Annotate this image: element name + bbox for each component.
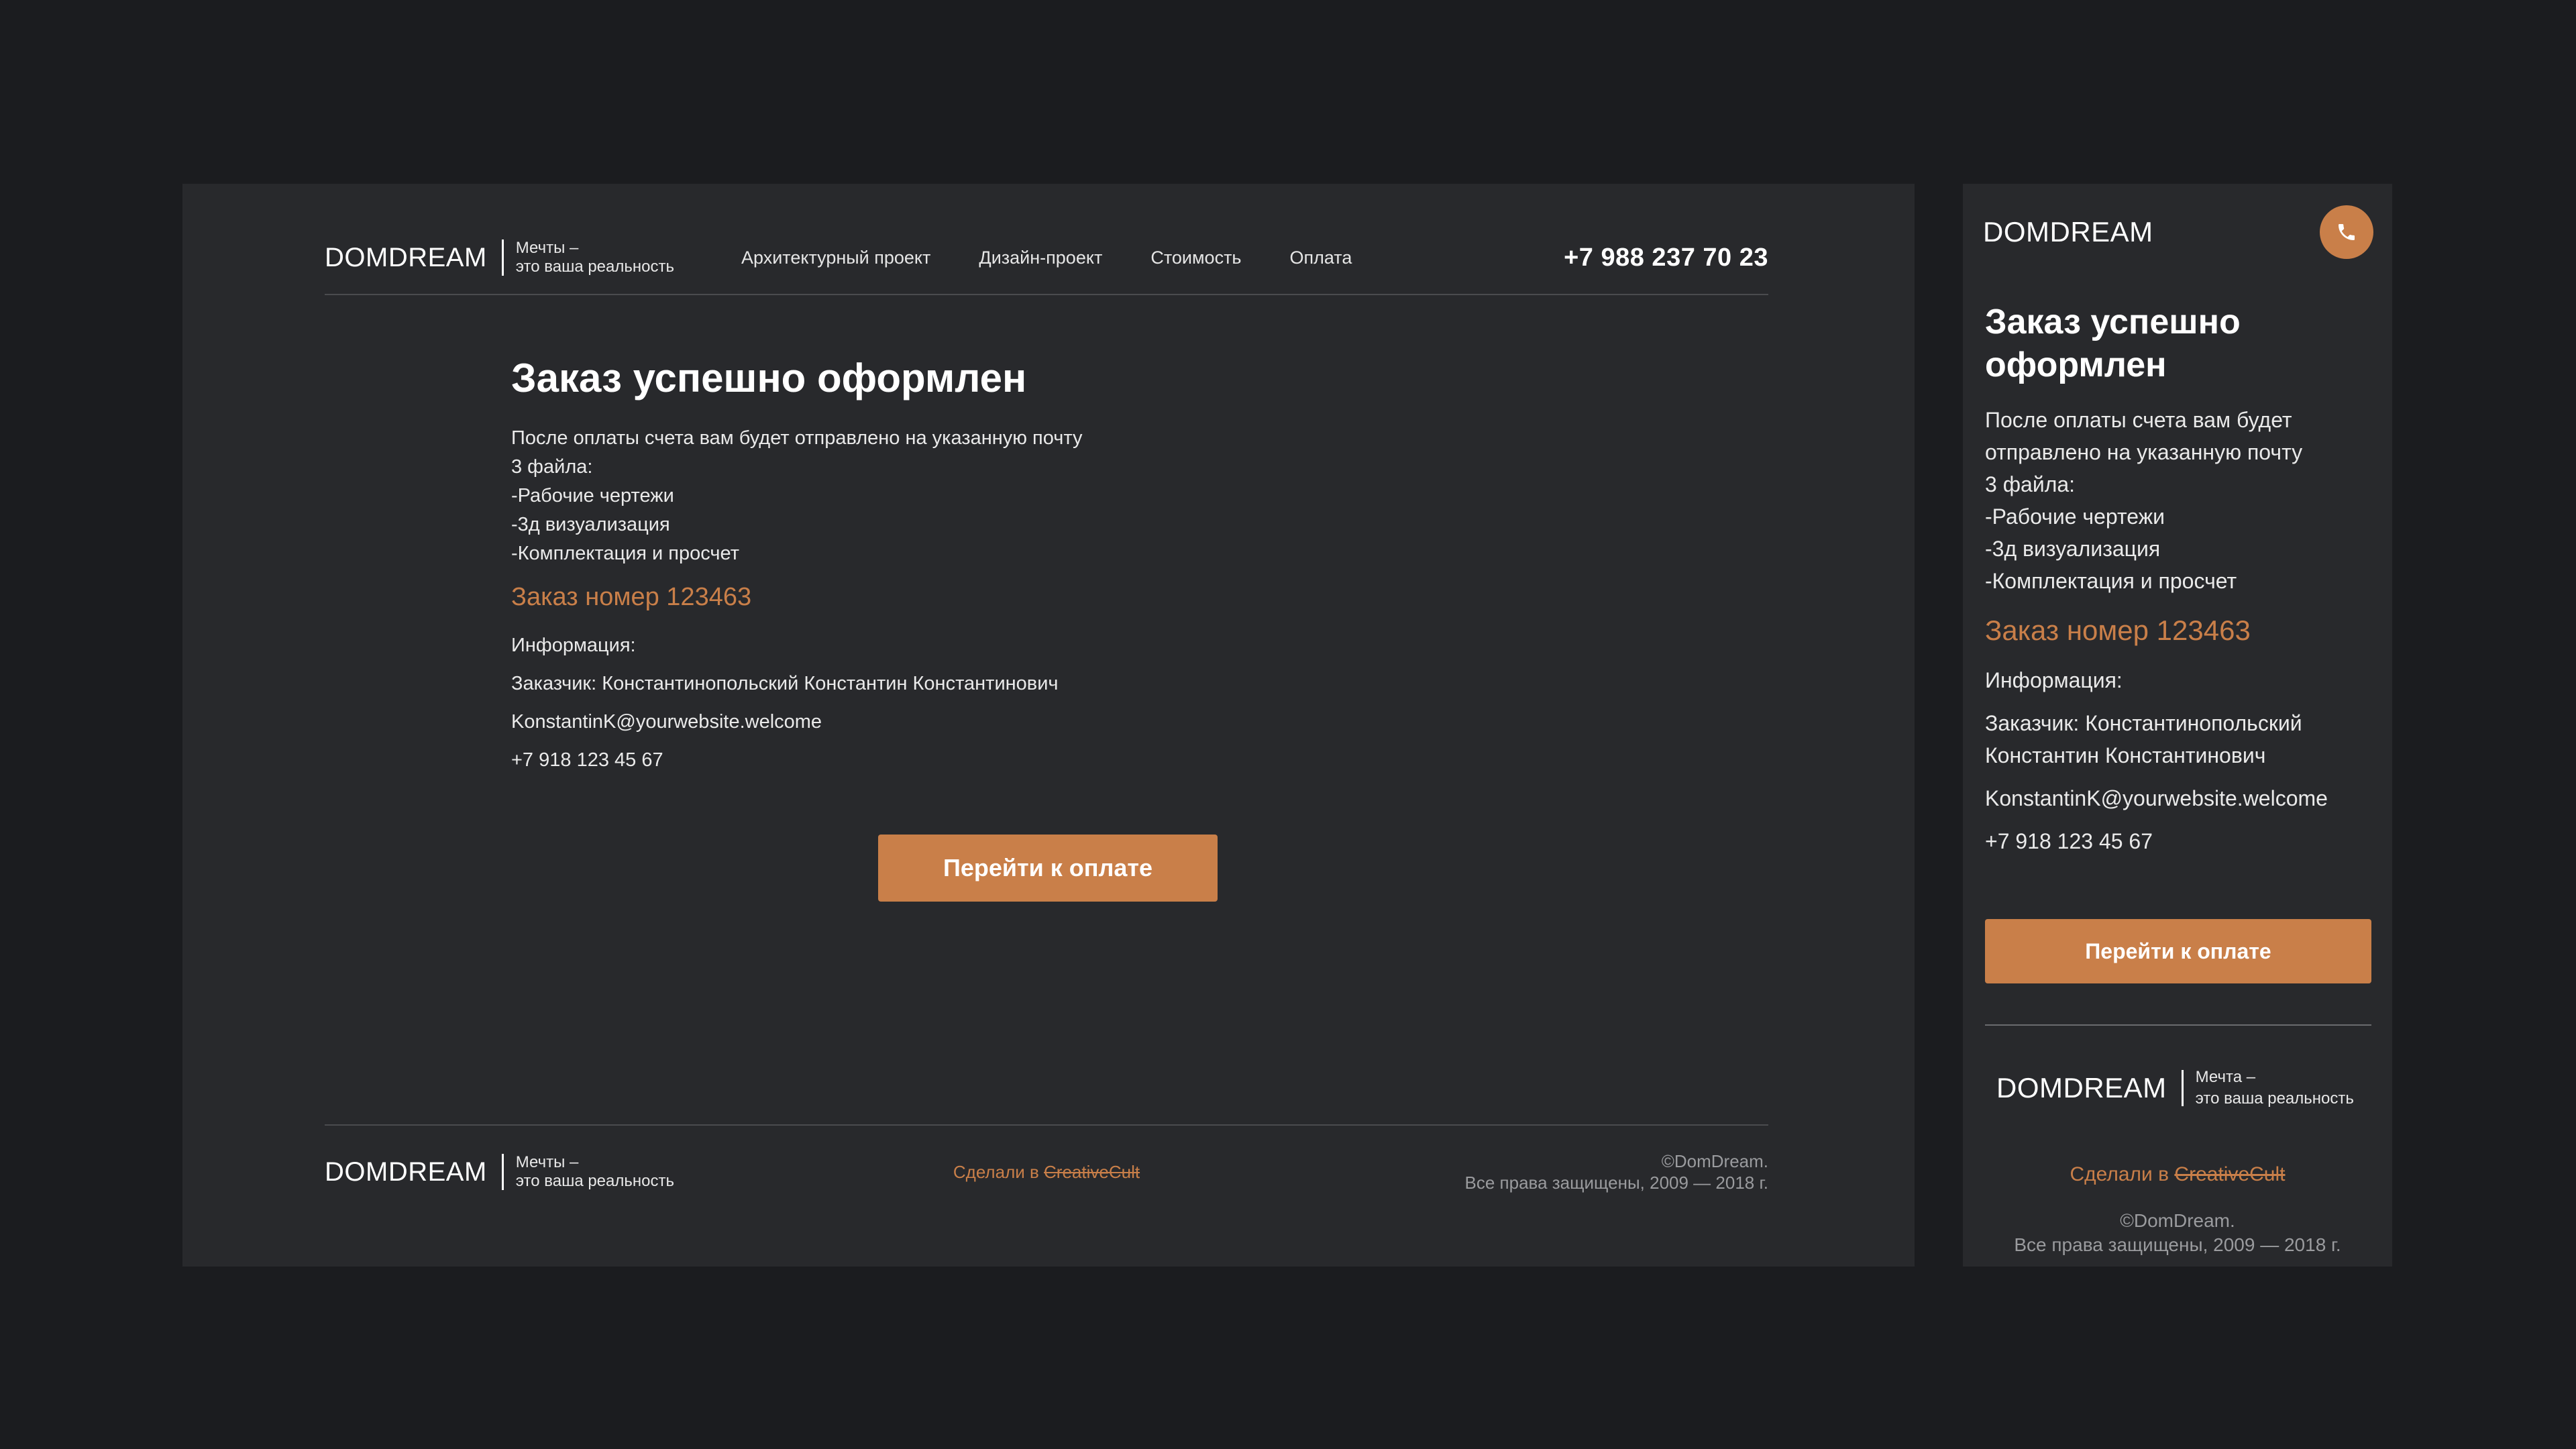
customer-name: Заказчик: Константинопольский Константин… xyxy=(511,673,1059,694)
mobile-pay-button[interactable]: Перейти к оплате xyxy=(1985,919,2371,983)
mobile-order-number: Заказ номер 123463 xyxy=(1985,614,2251,646)
logo-tagline: Мечты – это ваша реальность xyxy=(516,239,674,276)
made-by-studio: CreativeCult xyxy=(1044,1161,1140,1182)
logo-wordmark: DOMDREAM xyxy=(325,242,487,272)
file-item: -3д визуализация xyxy=(511,514,670,535)
footer: DOMDREAM Мечты – это ваша реальность Сде… xyxy=(325,1124,1768,1218)
logo-wordmark: DOMDREAM xyxy=(1996,1072,2167,1104)
pay-button[interactable]: Перейти к оплате xyxy=(878,835,1218,902)
mobile-copyright: ©DomDream. Все права защищены, 2009 — 20… xyxy=(1963,1209,2392,1257)
customer-name-line: Константин Константинович xyxy=(1985,743,2266,767)
order-number: Заказ номер 123463 xyxy=(511,583,752,611)
customer-email: KonstantinK@yourwebsite.welcome xyxy=(511,711,822,733)
logo[interactable]: DOMDREAM Мечты – это ваша реальность xyxy=(325,239,674,276)
mobile-logo[interactable]: DOMDREAM xyxy=(1983,216,2153,248)
intro-line: 3 файла: xyxy=(511,456,593,478)
nav-item-architecture[interactable]: Архитектурный проект xyxy=(741,248,930,268)
file-item: -Комплектация и просчет xyxy=(511,543,739,564)
mobile-page-title: Заказ успешно оформлен xyxy=(1985,303,2241,384)
customer-info: Информация: Заказчик: Константинопольски… xyxy=(511,627,1316,780)
logo-tagline: Мечта – это ваша реальность xyxy=(2196,1067,2354,1110)
nav-item-design[interactable]: Дизайн-проект xyxy=(979,248,1102,268)
desktop-page: DOMDREAM Мечты – это ваша реальность Арх… xyxy=(182,184,1915,1267)
customer-name-line: Заказчик: Константинопольский xyxy=(1985,711,2302,735)
made-by-prefix: Сделали в xyxy=(2070,1163,2175,1185)
phone-call-button[interactable] xyxy=(2320,205,2373,259)
file-item: -Рабочие чертежи xyxy=(511,485,674,506)
main-nav: Архитектурный проект Дизайн-проект Стоим… xyxy=(741,248,1352,268)
customer-name: Заказчик: Константинопольский Константин… xyxy=(1985,707,2371,771)
logo-tagline-line-1: Мечта – xyxy=(2195,1068,2256,1086)
nav-item-pricing[interactable]: Стоимость xyxy=(1150,248,1241,268)
header: DOMDREAM Мечты – это ваша реальность Арх… xyxy=(325,221,1768,295)
mobile-order-description: После оплаты счета вам будет отправлено … xyxy=(1985,404,2371,597)
file-item: -Комплектация и просчет xyxy=(1985,569,2237,593)
order-confirmation: Заказ успешно оформлен После оплаты счет… xyxy=(511,355,1316,780)
customer-email: KonstantinK@yourwebsite.welcome xyxy=(1985,786,2328,810)
logo-tagline-line-2: это ваша реальность xyxy=(515,258,674,276)
intro-line: После оплаты счета вам будет xyxy=(1985,408,2292,432)
logo-divider xyxy=(2181,1070,2184,1106)
phone-icon xyxy=(2339,224,2355,240)
made-by-link[interactable]: Сделали в CreativeCult xyxy=(325,1162,1768,1183)
made-by-studio: CreativeCult xyxy=(2174,1163,2286,1185)
nav-item-payment[interactable]: Оплата xyxy=(1290,248,1352,268)
info-label: Информация: xyxy=(1985,668,2123,692)
mobile-footer-logo[interactable]: DOMDREAM Мечта – это ваша реальность xyxy=(1996,1067,2354,1110)
intro-line: 3 файла: xyxy=(1985,472,2076,496)
mobile-footer-divider xyxy=(1985,1024,2371,1026)
info-label: Информация: xyxy=(511,635,636,656)
mobile-header: DOMDREAM xyxy=(1983,204,2373,260)
file-item: -Рабочие чертежи xyxy=(1985,504,2165,529)
logo-tagline-line-1: Мечты – xyxy=(515,239,579,257)
made-by-prefix: Сделали в xyxy=(953,1161,1044,1182)
page-title: Заказ успешно оформлен xyxy=(511,356,1027,400)
customer-phone: +7 918 123 45 67 xyxy=(1985,829,2153,853)
intro-line: После оплаты счета вам будет отправлено … xyxy=(511,427,1083,449)
mobile-order-confirmation: Заказ успешно оформлен После оплаты счет… xyxy=(1985,301,2371,868)
logo-tagline-line-2: это ваша реальность xyxy=(2195,1089,2354,1108)
header-phone[interactable]: +7 988 237 70 23 xyxy=(1564,244,1768,272)
copyright-line: Все права защищены, 2009 — 2018 г. xyxy=(2014,1234,2341,1255)
copyright-line: ©DomDream. xyxy=(2120,1210,2235,1231)
mobile-page: DOMDREAM Заказ успешно оформлен После оп… xyxy=(1963,184,2392,1267)
intro-line: отправлено на указанную почту xyxy=(1985,440,2303,464)
mobile-made-by-link[interactable]: Сделали в CreativeCult xyxy=(1963,1163,2392,1186)
mobile-customer-info: Информация: Заказчик: Константинопольски… xyxy=(1985,664,2371,857)
file-item: -3д визуализация xyxy=(1985,537,2161,561)
logo-divider xyxy=(501,239,504,276)
order-description: После оплаты счета вам будет отправлено … xyxy=(511,424,1316,568)
customer-phone: +7 918 123 45 67 xyxy=(511,749,663,771)
